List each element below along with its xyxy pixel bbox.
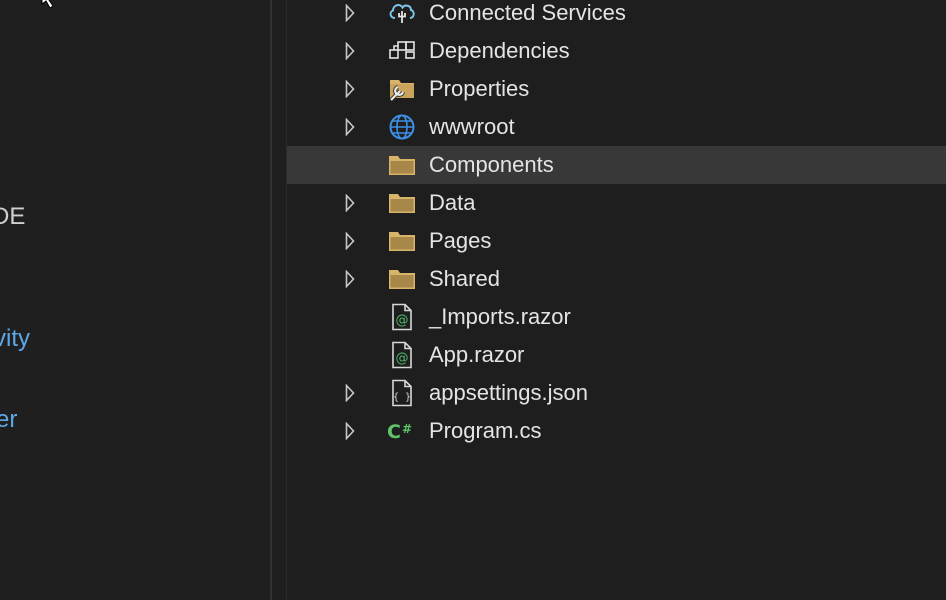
dependencies-icon [389, 41, 415, 59]
svg-text:C: C [387, 421, 401, 443]
left-pane: DE vity er [0, 0, 270, 600]
properties-icon [389, 80, 414, 102]
tree-item-wwwroot[interactable]: wwwroot [287, 108, 946, 146]
tree-item-label: Properties [429, 76, 530, 101]
tree-item-label: wwwroot [429, 114, 515, 139]
folder-icon [389, 194, 415, 213]
tree-item-appsettings-json[interactable]: { } appsettings.json [287, 374, 946, 412]
json-file-icon: { } [392, 379, 412, 407]
tree-item-label: Connected Services [429, 0, 626, 25]
tree-item-label: Components [429, 152, 554, 177]
expand-caret-icon[interactable] [345, 384, 355, 402]
tree-item-dependencies[interactable]: Dependencies [287, 32, 946, 70]
tree-item-program-cs[interactable]: C # Program.cs [287, 412, 946, 450]
left-pane-link[interactable]: er [0, 406, 17, 434]
connected-services-icon [389, 4, 415, 23]
tree-item-label: Pages [429, 228, 492, 253]
tree-item-label: Shared [429, 266, 500, 291]
folder-icon [389, 156, 415, 175]
tree-item-label: Data [429, 190, 476, 215]
expand-caret-icon[interactable] [345, 4, 355, 22]
folder-icon [389, 270, 415, 289]
expand-caret-icon[interactable] [345, 80, 355, 98]
tree-item-label: Dependencies [429, 38, 570, 63]
razor-file-icon: @ [392, 303, 412, 331]
tree-item-label: appsettings.json [429, 380, 588, 405]
tree-item-properties[interactable]: Properties [287, 70, 946, 108]
left-pane-heading: DE [0, 203, 26, 230]
razor-file-icon: @ [392, 341, 412, 369]
pane-gap [272, 0, 286, 600]
svg-text:@: @ [396, 351, 409, 366]
tree-item-label: App.razor [429, 342, 525, 367]
left-pane-link[interactable]: vity [0, 325, 30, 353]
expand-caret-icon[interactable] [345, 118, 355, 136]
tree-item-shared[interactable]: Shared [287, 260, 946, 298]
svg-text:{ }: { } [393, 392, 411, 403]
globe-icon [389, 114, 415, 140]
folder-icon [389, 232, 415, 251]
tree-item-imports-razor[interactable]: @ _Imports.razor [287, 298, 946, 336]
tree-item-label: _Imports.razor [429, 304, 571, 329]
tree-item-data[interactable]: Data [287, 184, 946, 222]
tree-item-connected-services[interactable]: Connected Services [287, 0, 946, 32]
expand-caret-icon[interactable] [345, 270, 355, 288]
solution-explorer-tree: Connected Services Dependencies Properti… [287, 0, 946, 600]
tree-item-app-razor[interactable]: @ App.razor [287, 336, 946, 374]
expand-caret-icon[interactable] [345, 232, 355, 250]
tree-item-components[interactable]: Components [287, 146, 946, 184]
mouse-cursor-icon [41, 0, 54, 9]
tree-item-label: Program.cs [429, 418, 542, 443]
tree-item-pages[interactable]: Pages [287, 222, 946, 260]
expand-caret-icon[interactable] [345, 194, 355, 212]
svg-text:#: # [402, 422, 412, 436]
svg-text:@: @ [396, 313, 409, 328]
expand-caret-icon[interactable] [345, 42, 355, 60]
csharp-file-icon: C # [387, 421, 412, 443]
expand-caret-icon[interactable] [345, 422, 355, 440]
